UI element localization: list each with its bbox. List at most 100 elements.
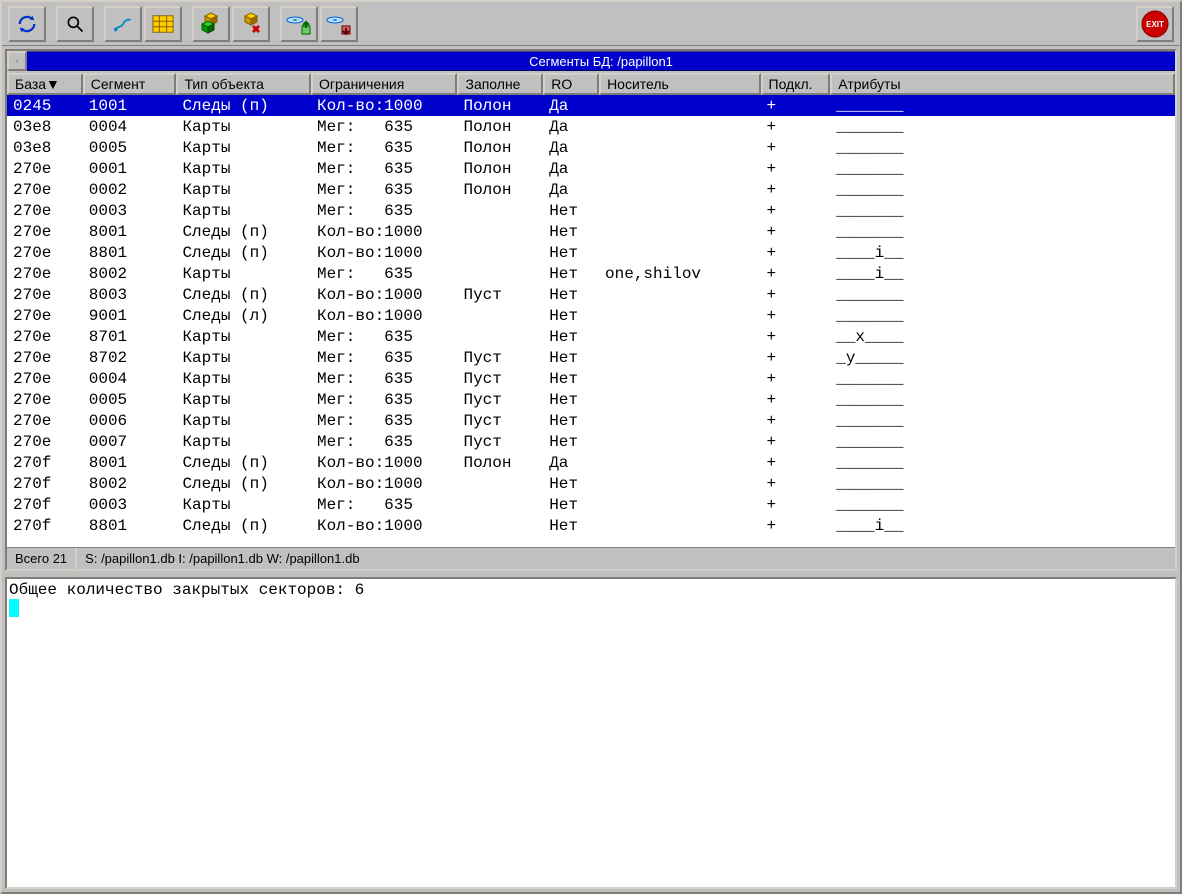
table-row[interactable]: 270f8002Следы (п)Кол-во:1000Нет+_______	[7, 473, 1175, 494]
cell-ro: Да	[543, 139, 599, 157]
cell-conn: +	[760, 139, 830, 157]
disk-import-button[interactable]	[280, 6, 318, 42]
column-header[interactable]: Ограничения	[311, 73, 457, 95]
column-header[interactable]: Носитель	[599, 73, 760, 95]
cell-seg: 8001	[83, 454, 177, 472]
tools-button[interactable]	[232, 6, 270, 42]
cell-limit: Мег: 635	[311, 433, 458, 451]
cubes-button[interactable]	[192, 6, 230, 42]
cell-type: Следы (п)	[176, 244, 311, 262]
table-row[interactable]: 270e0004КартыМег: 635ПустНет+_______	[7, 368, 1175, 389]
cell-base: 270e	[7, 370, 83, 388]
cell-fill: Полон	[457, 454, 543, 472]
column-header[interactable]: Сегмент	[83, 73, 177, 95]
table-row[interactable]: 270e0002КартыМег: 635ПолонДа+_______	[7, 179, 1175, 200]
cell-conn: +	[760, 181, 830, 199]
cell-base: 270e	[7, 286, 83, 304]
cell-limit: Кол-во:1000	[311, 475, 458, 493]
table-row[interactable]: 270e9001Следы (л)Кол-во:1000Нет+_______	[7, 305, 1175, 326]
cell-attr: __x____	[830, 328, 1175, 346]
cell-seg: 0003	[83, 202, 177, 220]
status-bar: Всего 21 S: /papillon1.db I: /papillon1.…	[7, 547, 1175, 569]
table-row[interactable]: 270f8801Следы (п)Кол-во:1000Нет+____i__	[7, 515, 1175, 536]
table-row[interactable]: 03e80004КартыМег: 635ПолонДа+_______	[7, 116, 1175, 137]
table-row[interactable]: 270e0003КартыМег: 635Нет+_______	[7, 200, 1175, 221]
grid-button[interactable]	[144, 6, 182, 42]
search-button[interactable]	[56, 6, 94, 42]
table-row[interactable]: 270e0005КартыМег: 635ПустНет+_______	[7, 389, 1175, 410]
table-row[interactable]: 270f8001Следы (п)Кол-во:1000ПолонДа+____…	[7, 452, 1175, 473]
table-row[interactable]: 270e8702КартыМег: 635ПустНет+_y_____	[7, 347, 1175, 368]
column-header[interactable]: База▼	[7, 73, 83, 95]
cell-conn: +	[760, 433, 830, 451]
cell-type: Следы (п)	[176, 97, 311, 115]
cell-attr: _______	[830, 370, 1175, 388]
refresh-button[interactable]	[8, 6, 46, 42]
table-row[interactable]: 270e0006КартыМег: 635ПустНет+_______	[7, 410, 1175, 431]
cell-type: Карты	[176, 370, 311, 388]
cell-fill: Полон	[457, 181, 543, 199]
table-row[interactable]: 270e8002КартыМег: 635Нетone,shilov+____i…	[7, 263, 1175, 284]
table-row[interactable]: 03e80005КартыМег: 635ПолонДа+_______	[7, 137, 1175, 158]
cell-seg: 0005	[83, 139, 177, 157]
cell-type: Карты	[176, 265, 311, 283]
cell-ro: Нет	[543, 202, 599, 220]
cell-type: Карты	[176, 139, 311, 157]
cell-seg: 0005	[83, 391, 177, 409]
panel-menu-button[interactable]: ◦	[7, 51, 27, 71]
cell-limit: Кол-во:1000	[311, 517, 458, 535]
column-header[interactable]: Атрибуты	[830, 73, 1175, 95]
cell-attr: _______	[830, 454, 1175, 472]
cell-ro: Нет	[543, 496, 599, 514]
cell-conn: +	[760, 349, 830, 367]
exit-button[interactable]: EXIT	[1136, 6, 1174, 42]
cell-type: Следы (п)	[176, 223, 311, 241]
cursor-caret	[9, 599, 19, 617]
cell-attr: _______	[830, 307, 1175, 325]
cell-base: 03e8	[7, 139, 83, 157]
cell-conn: +	[760, 475, 830, 493]
column-header[interactable]: Тип объекта	[176, 73, 311, 95]
status-total: Всего 21	[7, 548, 77, 569]
cell-base: 270e	[7, 307, 83, 325]
cell-seg: 8002	[83, 475, 177, 493]
cell-fill: Пуст	[457, 391, 543, 409]
cell-conn: +	[760, 328, 830, 346]
cell-ro: Нет	[543, 391, 599, 409]
table-row[interactable]: 270e0001КартыМег: 635ПолонДа+_______	[7, 158, 1175, 179]
table-row[interactable]: 270f0003КартыМег: 635Нет+_______	[7, 494, 1175, 515]
cell-base: 270e	[7, 223, 83, 241]
brush-button[interactable]	[104, 6, 142, 42]
cell-limit: Кол-во:1000	[311, 97, 458, 115]
column-header[interactable]: RO	[543, 73, 599, 95]
cell-seg: 0002	[83, 181, 177, 199]
table-row[interactable]: 270e8003Следы (п)Кол-во:1000ПустНет+____…	[7, 284, 1175, 305]
cell-ro: Нет	[543, 244, 599, 262]
panel-title: Сегменты БД: /papillon1	[27, 51, 1175, 71]
cell-limit: Мег: 635	[311, 139, 458, 157]
column-header[interactable]: Подкл.	[761, 73, 831, 95]
cell-type: Следы (п)	[176, 517, 311, 535]
cell-type: Карты	[176, 328, 311, 346]
table-row[interactable]: 270e8701КартыМег: 635Нет+__x____	[7, 326, 1175, 347]
cell-conn: +	[760, 391, 830, 409]
table-row[interactable]: 270e8801Следы (п)Кол-во:1000Нет+____i__	[7, 242, 1175, 263]
cell-type: Карты	[176, 433, 311, 451]
cell-type: Следы (п)	[176, 286, 311, 304]
cell-seg: 0003	[83, 496, 177, 514]
column-header[interactable]: Заполне	[457, 73, 543, 95]
cell-attr: _______	[830, 496, 1175, 514]
cell-ro: Нет	[543, 265, 599, 283]
table-body[interactable]: 02451001Следы (п)Кол-во:1000ПолонДа+____…	[7, 95, 1175, 547]
disk-export-button[interactable]	[320, 6, 358, 42]
table-row[interactable]: 270e0007КартыМег: 635ПустНет+_______	[7, 431, 1175, 452]
cell-fill: Полон	[457, 97, 543, 115]
cell-base: 270e	[7, 349, 83, 367]
cell-fill: Полон	[457, 160, 543, 178]
cell-limit: Мег: 635	[311, 328, 458, 346]
cell-type: Следы (п)	[176, 475, 311, 493]
cell-conn: +	[760, 244, 830, 262]
table-row[interactable]: 02451001Следы (п)Кол-во:1000ПолонДа+____…	[7, 95, 1175, 116]
cell-conn: +	[760, 223, 830, 241]
table-row[interactable]: 270e8001Следы (п)Кол-во:1000Нет+_______	[7, 221, 1175, 242]
